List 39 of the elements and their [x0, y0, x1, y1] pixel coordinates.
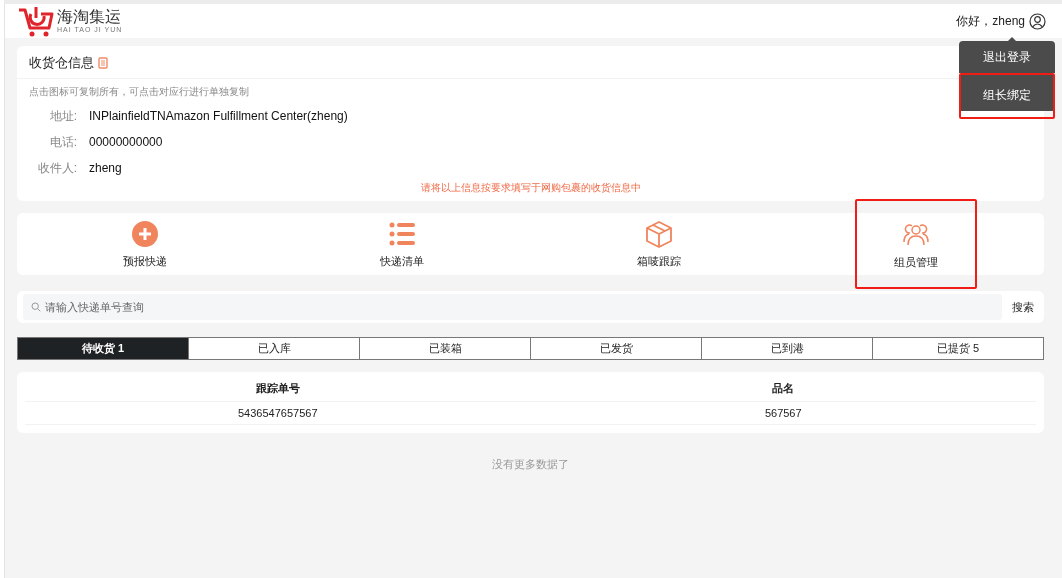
action-label: 组员管理 [893, 254, 938, 270]
field-label: 电话: [48, 133, 78, 151]
table-cell-text: 567567 [763, 406, 803, 421]
column-header: 跟踪单号 [254, 381, 301, 396]
action-label: 预报快递 [123, 253, 168, 269]
search-field[interactable]: 请输入快递单号查询 [23, 294, 1002, 320]
column-header: 品名 [771, 381, 796, 396]
field-value[interactable]: 00000000000 [89, 135, 163, 149]
user-greeting[interactable]: 你好，zheng [956, 12, 1025, 30]
action-button[interactable]: 预报快递 [91, 203, 200, 283]
status-tab[interactable]: 已发货 [530, 338, 701, 359]
field-label: 地址: [48, 107, 78, 125]
menu-item[interactable]: 组长绑定 [959, 72, 1055, 119]
hint-text: 点击图标可复制所有，可点击对应行进行单独复制 [29, 85, 249, 99]
cart-logo-icon [17, 4, 55, 38]
status-tab[interactable]: 已到港 [701, 338, 872, 359]
empty-message: 没有更多数据了 [491, 457, 570, 472]
search-button[interactable]: 搜索 [1008, 299, 1038, 315]
card-title: 收货仓信息 [29, 54, 94, 72]
action-button[interactable]: 快递清单 [348, 203, 457, 283]
box-icon [644, 219, 673, 248]
table-cell-text: 5436547657567 [237, 406, 319, 421]
user-avatar-icon [1029, 12, 1046, 30]
menu-item[interactable]: 退出登录 [959, 40, 1055, 73]
status-tab[interactable]: 已提货 5 [872, 338, 1043, 359]
action-label: 箱唛跟踪 [636, 253, 681, 269]
notice-text: 请将以上信息按要求填写于网购包裹的收货信息中 [419, 181, 642, 195]
status-tab[interactable]: 已装箱 [359, 338, 530, 359]
logo-title: 海淘集运 [57, 9, 122, 25]
status-tab[interactable]: 已入库 [188, 338, 359, 359]
plus-circle-icon [131, 219, 160, 248]
status-tab[interactable]: 待收货 1 [18, 338, 188, 359]
action-label: 快递清单 [380, 253, 425, 269]
field-label: 收件人: [36, 159, 78, 177]
field-value[interactable]: INPlainfieldTNAmazon Fulfillment Center(zheng) [89, 109, 348, 123]
action-button[interactable]: 箱唛跟踪 [604, 203, 713, 283]
copy-icon [98, 57, 108, 69]
action-button[interactable]: 组员管理 [854, 199, 977, 289]
field-value[interactable]: zheng [89, 161, 122, 175]
